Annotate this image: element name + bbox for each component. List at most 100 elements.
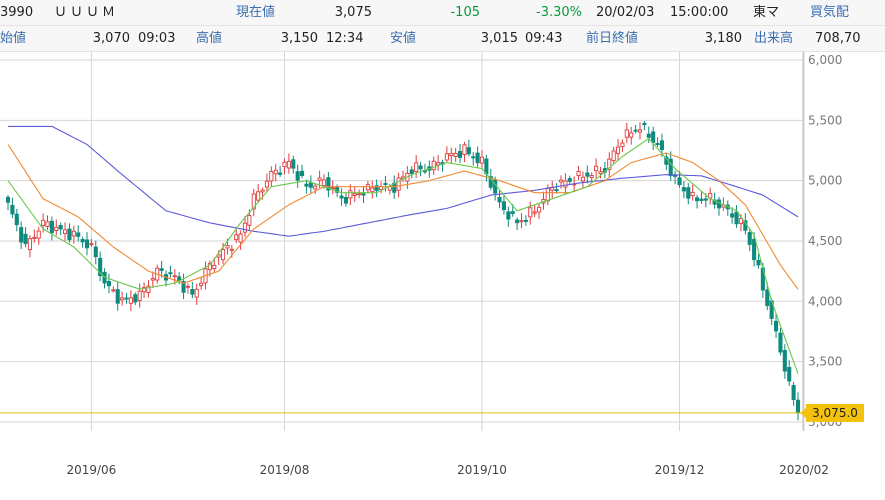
candle-body	[471, 156, 476, 159]
candle-body	[120, 297, 125, 301]
candle-body	[651, 131, 656, 143]
candle-body	[36, 230, 41, 239]
candle-body	[229, 248, 234, 251]
candle-body	[567, 178, 572, 182]
candle-body	[695, 197, 700, 202]
open-label: 始値	[0, 31, 27, 46]
candle-body	[313, 185, 318, 190]
y-tick-label: 5,000	[808, 174, 842, 188]
candle-body	[361, 193, 366, 196]
candle-body	[93, 246, 98, 258]
y-tick-label: 5,500	[808, 113, 842, 127]
candle-body	[58, 225, 63, 230]
candle-body	[32, 236, 37, 239]
x-tick-label: 2020/02	[779, 463, 829, 477]
candle-body	[194, 288, 199, 298]
candle-body	[782, 349, 787, 372]
candle-body	[677, 177, 682, 186]
stock-name: ＵＵＵＭ	[54, 5, 119, 20]
candle-body	[10, 204, 15, 215]
candle-body	[646, 133, 651, 138]
candle-body	[624, 129, 629, 138]
candle-body	[787, 366, 792, 382]
candle-body	[554, 189, 559, 192]
candle-body	[352, 193, 357, 196]
candle-body	[71, 230, 76, 237]
current-price: 3,075	[334, 5, 372, 20]
quote-time: 15:00:00	[670, 5, 729, 20]
candle-body	[133, 294, 138, 303]
candle-body	[84, 239, 90, 249]
volume: 708,70	[815, 31, 861, 46]
candle-body	[642, 122, 647, 126]
open-time: 09:03	[138, 31, 176, 46]
candle-body	[304, 183, 309, 187]
candle-body	[519, 220, 524, 223]
high-label: 高値	[196, 31, 223, 46]
y-tick-label: 4,000	[808, 294, 842, 308]
candle-body	[67, 228, 72, 241]
candle-body	[168, 272, 173, 275]
candle-body	[159, 268, 164, 271]
candle-body	[308, 182, 313, 188]
candle-body	[484, 158, 489, 175]
candle-body	[730, 213, 735, 218]
candle-body	[339, 195, 344, 199]
candle-body	[190, 288, 195, 295]
candle-body	[752, 239, 757, 261]
quote-date: 20/02/03	[596, 5, 655, 20]
prev-close: 3,180	[704, 31, 742, 46]
candle-body	[256, 191, 261, 201]
candle-body	[686, 187, 691, 199]
x-tick-label: 2019/12	[655, 463, 705, 477]
volume-label: 出来高	[754, 31, 794, 46]
candle-body	[532, 211, 537, 214]
candle-body	[27, 238, 32, 251]
candle-body	[523, 219, 528, 222]
candle-body	[370, 187, 375, 193]
candle-body	[633, 129, 638, 132]
candle-body	[506, 211, 511, 220]
candle-body	[629, 132, 634, 138]
y-tick-label: 3,500	[808, 355, 842, 369]
price-change: -105	[450, 5, 480, 20]
low-time: 09:43	[525, 31, 563, 46]
candle-body	[756, 259, 761, 266]
candle-body	[106, 281, 111, 287]
candle-body	[778, 332, 783, 353]
candle-body	[703, 198, 708, 201]
candle-body	[111, 289, 116, 292]
candle-body	[264, 180, 269, 188]
candle-body	[611, 150, 616, 162]
candle-body	[80, 239, 85, 243]
high-price: 3,150	[280, 31, 318, 46]
x-tick-label: 2019/06	[66, 463, 116, 477]
candle-body	[795, 399, 801, 414]
candle-body	[212, 264, 217, 269]
candle-body	[330, 187, 335, 190]
candle-body	[76, 232, 81, 237]
candle-body	[124, 297, 129, 300]
candle-body	[348, 190, 353, 199]
candle-body	[383, 183, 388, 185]
candle-body	[115, 289, 120, 304]
candle-body	[41, 219, 46, 226]
high-time: 12:34	[326, 31, 364, 46]
candle-body	[585, 172, 590, 177]
candle-body	[576, 171, 581, 177]
x-tick-label: 2019/08	[260, 463, 310, 477]
candle-body	[462, 144, 467, 155]
candle-body	[269, 171, 274, 182]
candle-body	[260, 189, 265, 193]
candle-body	[690, 191, 695, 197]
candle-body	[89, 243, 94, 246]
candle-body	[357, 193, 362, 196]
candle-body	[45, 221, 50, 227]
candle-body	[458, 150, 463, 158]
candle-body	[558, 179, 564, 183]
candle-body	[321, 179, 327, 186]
candle-body	[199, 282, 204, 286]
candle-body	[23, 233, 28, 245]
candle-body	[172, 275, 177, 278]
candle-body	[63, 229, 68, 235]
